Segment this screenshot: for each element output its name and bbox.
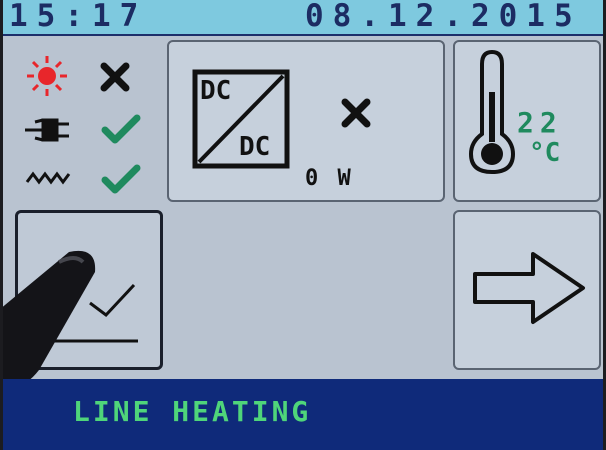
dc-output-label: DC <box>239 132 271 162</box>
dc-input-label: DC <box>200 76 232 106</box>
power-readout: 0 W <box>305 166 354 191</box>
temperature-unit: °C <box>529 138 561 168</box>
mode-label: LINE HEATING <box>73 395 312 428</box>
arrow-right-icon <box>473 252 585 324</box>
converter-tile[interactable]: DC DC 0 W <box>167 40 445 202</box>
date: 08.12.2015 <box>305 0 582 34</box>
plug-icon <box>25 118 69 142</box>
temperature-value: 22 <box>517 106 563 139</box>
status-indicators <box>25 56 141 194</box>
status-header: 15:17 08.12.2015 <box>3 0 603 36</box>
cross-icon <box>100 62 130 92</box>
cross-icon <box>341 98 371 128</box>
mode-footer: LINE HEATING <box>3 379 603 450</box>
clock-time: 15:17 <box>9 0 148 34</box>
check-icon <box>101 114 141 144</box>
check-icon <box>101 164 141 194</box>
temperature-tile[interactable]: 22 °C <box>453 40 601 202</box>
next-arrow-button[interactable] <box>453 210 601 370</box>
stylus <box>3 251 96 387</box>
sun-icon <box>27 56 67 96</box>
zigzag-icon <box>25 171 71 185</box>
display-screen: 15:17 08.12.2015 DC DC 0 W 22 °C LINE HE… <box>3 0 603 450</box>
